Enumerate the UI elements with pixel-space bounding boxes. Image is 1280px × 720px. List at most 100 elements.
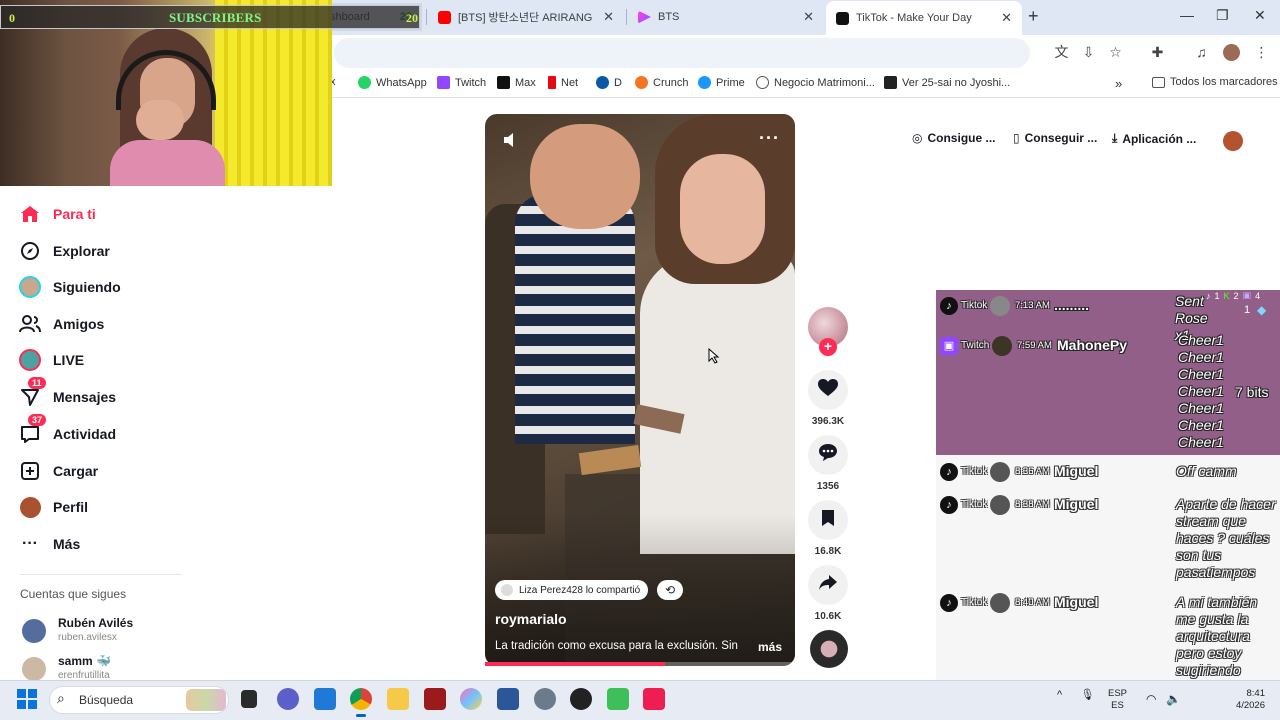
nav-amigos[interactable]: Amigos	[18, 312, 104, 336]
bookmark-icon	[821, 509, 835, 532]
volume-icon[interactable]: 🔈	[1166, 692, 1181, 706]
close-tab-icon[interactable]: ✕	[803, 9, 814, 25]
description-more-link[interactable]: más	[758, 640, 782, 654]
activity-icon: 37	[18, 414, 47, 446]
profile-avatar-icon	[18, 495, 42, 519]
comment-button[interactable]	[808, 435, 848, 475]
bookmark-disney[interactable]: D	[596, 76, 622, 89]
video-scene	[578, 444, 642, 476]
like-button[interactable]	[808, 370, 848, 410]
more-options-icon[interactable]: ···	[759, 128, 780, 149]
copilot-icon[interactable]	[460, 688, 482, 710]
settings-gear-icon[interactable]	[534, 688, 556, 710]
bookmark-crunchyroll[interactable]: Crunch	[635, 76, 688, 89]
mute-icon[interactable]	[501, 130, 521, 150]
video-author[interactable]: roymarialo	[495, 611, 567, 627]
nav-actividad[interactable]: 37 Actividad	[18, 414, 117, 446]
chrome-menu-icon[interactable]: ⋮	[1253, 44, 1270, 61]
video-description: La tradición como excusa para la exclusi…	[495, 640, 738, 652]
avatar	[22, 619, 46, 643]
tab-tiktok[interactable]: TikTok - Make Your Day ✕	[826, 1, 1022, 35]
chrome-icon[interactable]	[350, 688, 372, 717]
app-red-icon[interactable]	[424, 688, 446, 710]
chat-platform: Tiktok	[961, 597, 988, 608]
windows-start-icon[interactable]	[17, 689, 37, 709]
twitch-icon	[437, 76, 450, 89]
close-tab-icon[interactable]: ✕	[603, 9, 614, 25]
streamer	[110, 28, 225, 186]
tiktok-live-studio-icon[interactable]	[643, 688, 665, 710]
tiktok-icon	[836, 11, 849, 25]
tab-bts-arirang[interactable]: [BTS] 방탄소년단 ARIRANG [아 ✕	[428, 3, 624, 31]
nav-para-ti[interactable]: Para ti	[18, 202, 96, 226]
kick-stat: 2	[1233, 290, 1239, 301]
address-bar[interactable]	[334, 38, 1030, 68]
bookmarks-overflow-button[interactable]: »	[1115, 76, 1122, 91]
bookmark-negocio[interactable]: Negocio Matrimoni...	[756, 76, 875, 89]
diamond-icon: ◆	[1257, 303, 1267, 317]
profile-avatar-icon[interactable]	[1223, 44, 1240, 61]
all-bookmarks-button[interactable]: Todos los marcadores	[1152, 76, 1278, 88]
tiktok-icon: ♪	[940, 496, 958, 514]
file-explorer-icon[interactable]	[387, 688, 409, 710]
language-indicator[interactable]: ESP ES	[1108, 688, 1127, 712]
desktop-app-button[interactable]: ⤓ Aplicación ...	[1112, 131, 1196, 146]
task-view-icon[interactable]	[241, 690, 257, 708]
nav-label: Perfil	[53, 499, 89, 515]
close-tab-icon[interactable]: ✕	[1001, 10, 1012, 26]
share-arrow-icon	[818, 574, 838, 597]
bookmark-whatsapp[interactable]: WhatsApp	[358, 76, 427, 89]
close-icon[interactable]: ✕	[1254, 7, 1266, 24]
folder-icon	[1152, 76, 1165, 88]
clock[interactable]: 8:41 4/2026	[1215, 688, 1265, 712]
nav-live[interactable]: LIVE	[18, 348, 84, 372]
get-coins-button[interactable]: ◎ Consigue ...	[912, 131, 996, 145]
teams-icon[interactable]	[277, 688, 299, 710]
nav-mensajes[interactable]: 11 Mensajes	[18, 377, 117, 409]
reposted-by-pill[interactable]: Liza Perez428 lo compartió	[495, 580, 649, 600]
nav-mas[interactable]: ··· Más	[18, 532, 80, 556]
bookmark-max[interactable]: Max	[497, 76, 536, 89]
word-icon[interactable]	[497, 688, 519, 710]
sound-disc-icon[interactable]	[810, 630, 848, 668]
nav-siguiendo[interactable]: Siguiendo	[18, 275, 121, 299]
system-tray[interactable]: ^ 🎙	[1057, 688, 1094, 701]
nav-label: Actividad	[53, 426, 117, 442]
get-app-button[interactable]: ▯ Conseguir ...	[1013, 131, 1097, 145]
bookmark-ver-25-sai[interactable]: Ver 25-sai no Jyoshi...	[884, 76, 1010, 89]
streaming-app-icon[interactable]	[607, 688, 629, 710]
save-button[interactable]	[808, 500, 848, 540]
user-avatar[interactable]	[1223, 131, 1243, 151]
translate-icon[interactable]: 文	[1053, 44, 1070, 61]
tiktok-icon: ♪	[940, 594, 958, 612]
nav-label: Mensajes	[53, 389, 117, 405]
obs-icon[interactable]	[570, 688, 592, 710]
new-tab-button[interactable]: +	[1028, 6, 1039, 27]
nav-perfil[interactable]: Perfil	[18, 495, 88, 519]
repost-icon[interactable]: ⟲	[657, 580, 683, 600]
video-progress-bar[interactable]	[485, 662, 795, 666]
share-button[interactable]	[808, 565, 848, 605]
tab-bts[interactable]: BTS ✕	[628, 3, 824, 31]
subscriber-goal: 20	[406, 11, 418, 25]
minimize-icon[interactable]: —	[1180, 7, 1194, 23]
nav-cargar[interactable]: Cargar	[18, 459, 98, 483]
extensions-icon[interactable]: ✚	[1149, 44, 1166, 61]
store-icon[interactable]	[314, 688, 336, 710]
nav-label: LIVE	[53, 352, 85, 368]
following-account-ruben[interactable]: Rubén Avilés ruben.avilesx	[22, 616, 133, 643]
maximize-icon[interactable]: ❐	[1216, 7, 1229, 24]
nav-explorar[interactable]: Explorar	[18, 239, 110, 263]
home-icon	[18, 202, 42, 226]
bookmark-star-icon[interactable]: ☆	[1107, 44, 1124, 61]
bookmark-twitch[interactable]: Twitch	[437, 76, 486, 89]
wifi-icon[interactable]: ◠	[1146, 692, 1156, 706]
bookmark-netflix[interactable]: Net	[548, 76, 578, 89]
install-app-icon[interactable]: ⇩	[1080, 44, 1097, 61]
media-control-icon[interactable]: ♫	[1193, 44, 1210, 61]
follow-plus-icon[interactable]: +	[819, 338, 837, 356]
video-scene	[680, 154, 765, 264]
bookmark-prime[interactable]: Prime	[698, 76, 745, 89]
chat-platform: Twitch	[961, 340, 990, 351]
following-account-samm[interactable]: samm 🐳 erenfrutillita	[22, 654, 111, 681]
